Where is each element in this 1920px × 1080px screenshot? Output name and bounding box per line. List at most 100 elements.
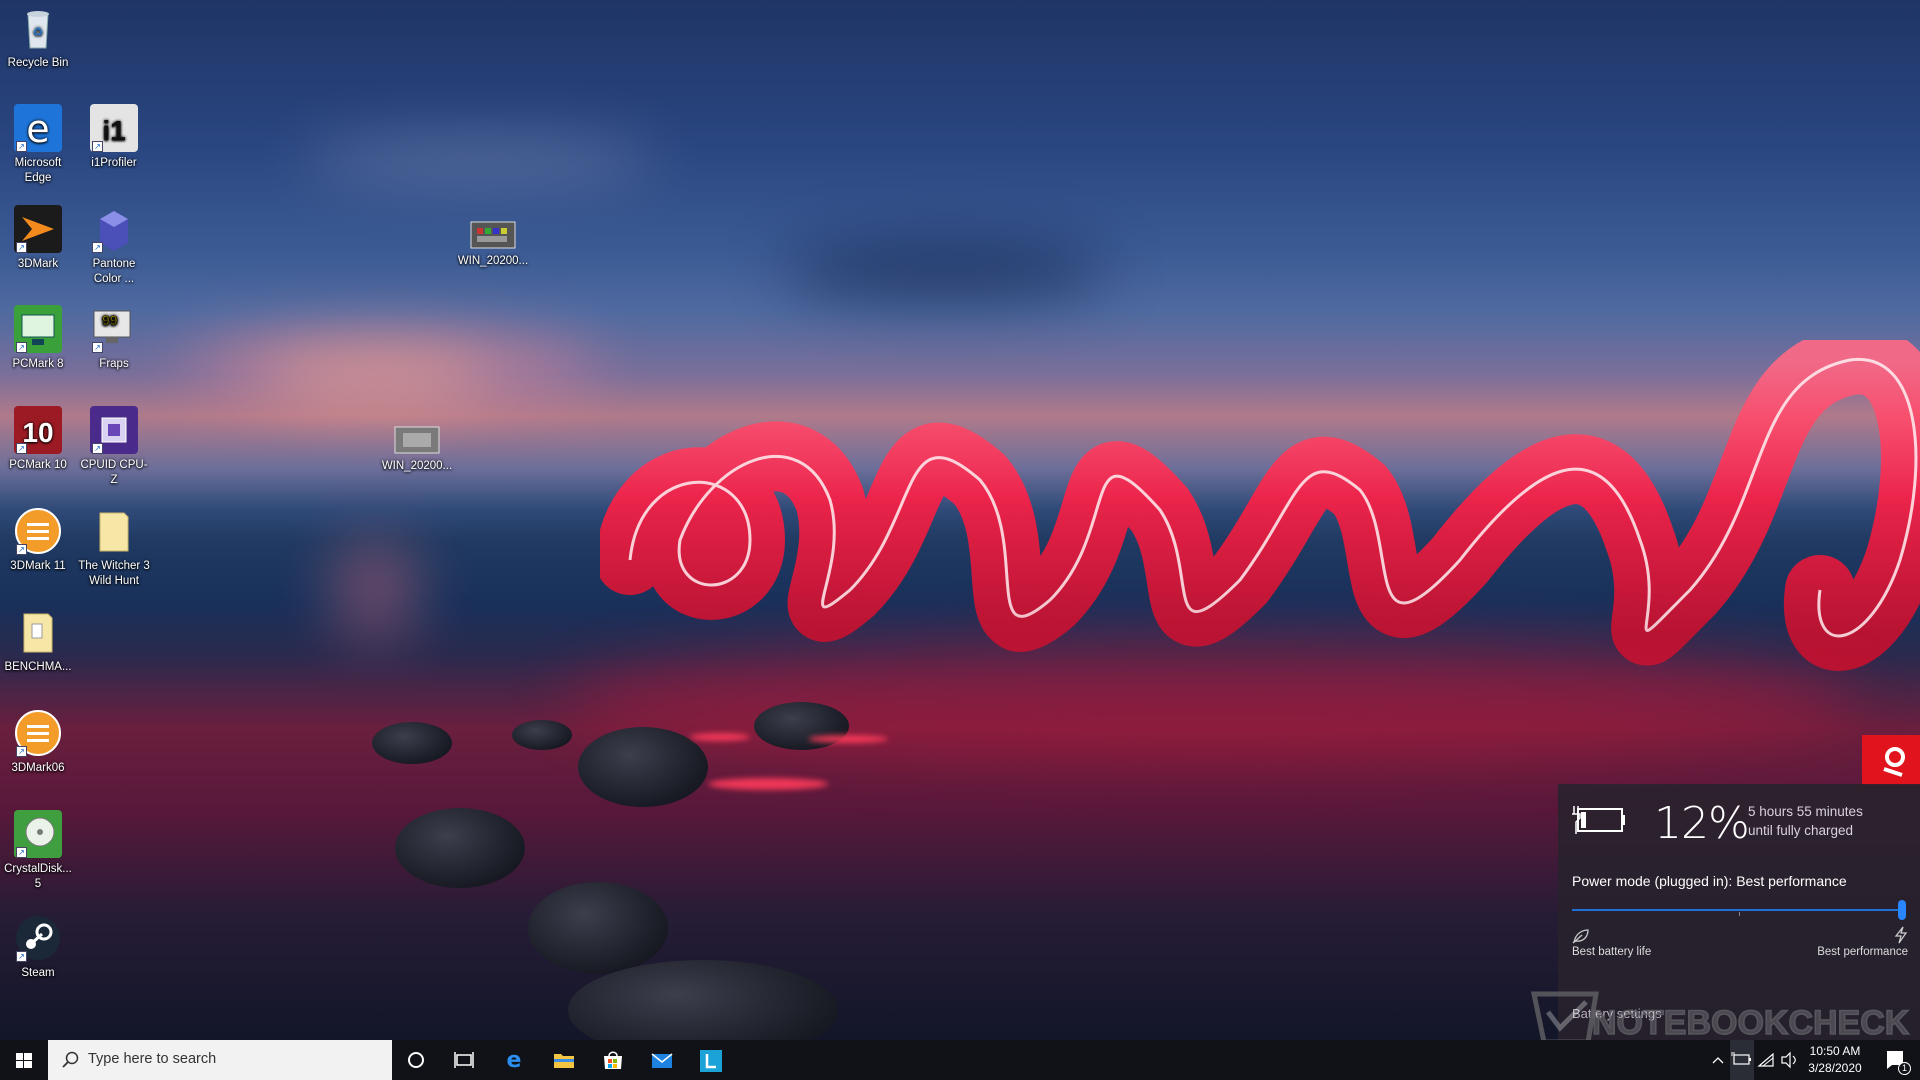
mail-icon [651, 1053, 673, 1068]
desktop-icon-cpuz[interactable]: ↗ CPUID CPU-Z [78, 406, 150, 488]
action-center-button[interactable]: 1 [1872, 1040, 1920, 1080]
search-placeholder: Type here to search [88, 1051, 217, 1067]
cpuz-icon: ↗ [90, 406, 138, 454]
i1profiler-icon: i1 ↗ [90, 104, 138, 152]
leaf-battery-saver-icon [1572, 929, 1589, 944]
network-tray-button[interactable] [1754, 1040, 1778, 1080]
taskbar-store-button[interactable] [588, 1040, 636, 1080]
tray-overflow-button[interactable] [1706, 1040, 1730, 1080]
lenovo-l-icon [700, 1050, 722, 1072]
battery-tray-button[interactable] [1730, 1040, 1754, 1080]
desktop-icon-label: BENCHMA... [4, 661, 72, 673]
battery-time-remaining: 5 hours 55 minutes until fully charged [1748, 802, 1863, 840]
pcmark10-icon: 10 ↗ [14, 406, 62, 454]
taskbar-search-box[interactable]: Type here to search [48, 1040, 392, 1080]
best-battery-life-label: Best battery life [1572, 946, 1652, 958]
slider-tick [1739, 912, 1740, 916]
desktop-icon-crystaldisk[interactable]: ↗ CrystalDisk... 5 [2, 810, 74, 892]
desktop-icon-label: Pantone Color ... [92, 258, 136, 285]
search-icon [62, 1051, 79, 1068]
image-file-icon [469, 220, 517, 250]
speaker-icon [1781, 1051, 1796, 1069]
lenovo-vantage-tab[interactable] [1862, 735, 1920, 785]
battery-charging-icon [1572, 806, 1625, 834]
start-button[interactable] [0, 1040, 48, 1080]
desktop-icon-label: 3DMark [17, 258, 59, 270]
slider-track [1572, 909, 1906, 911]
desktop-icon-label: Recycle Bin [7, 57, 69, 69]
clock-date: 3/28/2020 [1808, 1061, 1862, 1075]
desktop-icon-pantone[interactable]: ↗ Pantone Color ... [78, 205, 150, 287]
desktop-icon-pcmark8[interactable]: ↗ PCMark 8 [2, 305, 74, 372]
best-performance-label: Best performance [1817, 946, 1908, 958]
desktop-icon-3dmark[interactable]: ↗ 3DMark [2, 205, 74, 272]
task-view-button[interactable] [440, 1040, 488, 1080]
desktop-icon-label: CrystalDisk... 5 [4, 863, 72, 890]
desktop-icon-witcher3[interactable]: The Witcher 3 Wild Hunt [78, 507, 150, 589]
battery-time-line1: 5 hours 55 minutes [1748, 804, 1863, 819]
desktop-icon-image-file[interactable]: WIN_20200... [381, 425, 453, 474]
desktop-icon-label: WIN_20200... [381, 460, 453, 472]
desktop-icon-label: Steam [21, 967, 55, 979]
desktop-icon-i1profiler[interactable]: i1 ↗ i1Profiler [78, 104, 150, 171]
folder-icon [14, 608, 62, 656]
taskbar-mail-button[interactable] [637, 1040, 685, 1080]
3dmark-icon: ↗ [14, 205, 62, 253]
desktop-icon-fraps[interactable]: 99 ↗ Fraps [78, 305, 150, 372]
desktop-icon-label: Microsoft Edge [14, 157, 62, 184]
pantone-icon: ↗ [90, 205, 138, 253]
notification-count-badge: 1 [1898, 1062, 1911, 1075]
desktop-icon-benchmarks[interactable]: BENCHMA... [2, 608, 74, 675]
cortana-button[interactable] [392, 1040, 440, 1080]
3dmark11-icon: ↗ [14, 507, 62, 555]
desktop-icon-edge[interactable]: e ↗ Microsoft Edge [2, 104, 74, 186]
svg-text:i1: i1 [102, 115, 125, 146]
clock-time: 10:50 AM [1809, 1044, 1861, 1058]
battery-settings-link[interactable]: Battery settings [1572, 1006, 1662, 1021]
desktop-icon-label: CPUID CPU-Z [80, 459, 148, 486]
desktop-icon-label: The Witcher 3 Wild Hunt [78, 560, 150, 587]
taskbar: Type here to search e 10:50 AM 3/28/2020… [0, 1040, 1920, 1080]
battery-flyout: 12% 5 hours 55 minutes until fully charg… [1558, 784, 1920, 1040]
chevron-up-icon [1712, 1057, 1724, 1064]
taskbar-file-explorer-button[interactable] [539, 1040, 587, 1080]
edge-icon: e [507, 1050, 522, 1070]
svg-text:♻: ♻ [33, 25, 44, 39]
battery-time-line2: until fully charged [1748, 823, 1854, 838]
steam-icon: ↗ [14, 914, 62, 962]
desktop-icon-label: i1Profiler [91, 157, 137, 169]
store-icon [604, 1051, 622, 1069]
battery-percentage: 12% [1654, 798, 1750, 849]
3dmark06-icon: ↗ [14, 709, 62, 757]
desktop-icon-label: 3DMark06 [11, 762, 65, 774]
desktop-icon-image-file[interactable]: WIN_20200... [457, 220, 529, 269]
pcmark8-icon: ↗ [14, 305, 62, 353]
slider-thumb[interactable] [1898, 900, 1906, 920]
crystaldisk-icon: ↗ [14, 810, 62, 858]
clock[interactable]: 10:50 AM 3/28/2020 [1802, 1040, 1868, 1080]
task-view-icon [454, 1052, 474, 1068]
lenovo-logo-icon [1883, 747, 1905, 777]
notification-icon [1887, 1051, 1903, 1069]
edge-icon: e ↗ [14, 104, 62, 152]
volume-tray-button[interactable] [1778, 1040, 1802, 1080]
desktop-icon-3dmark06[interactable]: ↗ 3DMark06 [2, 709, 74, 776]
desktop-icon-label: WIN_20200... [457, 255, 529, 267]
taskbar-edge-button[interactable]: e [490, 1040, 538, 1080]
desktop-icon-recycle-bin[interactable]: ♻ Recycle Bin [2, 4, 74, 71]
lightning-performance-icon [1894, 926, 1908, 944]
cortana-icon [408, 1052, 424, 1068]
svg-text:99: 99 [102, 312, 118, 328]
battery-icon [1731, 1052, 1751, 1065]
desktop-icon-label: PCMark 10 [9, 459, 67, 471]
taskbar-lenovo-app-button[interactable] [686, 1040, 734, 1080]
desktop-icon-pcmark10[interactable]: 10 ↗ PCMark 10 [2, 406, 74, 473]
wifi-icon [1757, 1052, 1774, 1067]
desktop-icon-3dmark11[interactable]: ↗ 3DMark 11 [2, 507, 74, 574]
desktop-icon-steam[interactable]: ↗ Steam [2, 914, 74, 981]
folder-icon [90, 507, 138, 555]
battery-status-row: 12% 5 hours 55 minutes until fully charg… [1572, 798, 1908, 849]
power-mode-slider[interactable] [1572, 900, 1906, 920]
image-file-icon [393, 425, 441, 455]
desktop-icon-label: 3DMark 11 [10, 560, 66, 572]
